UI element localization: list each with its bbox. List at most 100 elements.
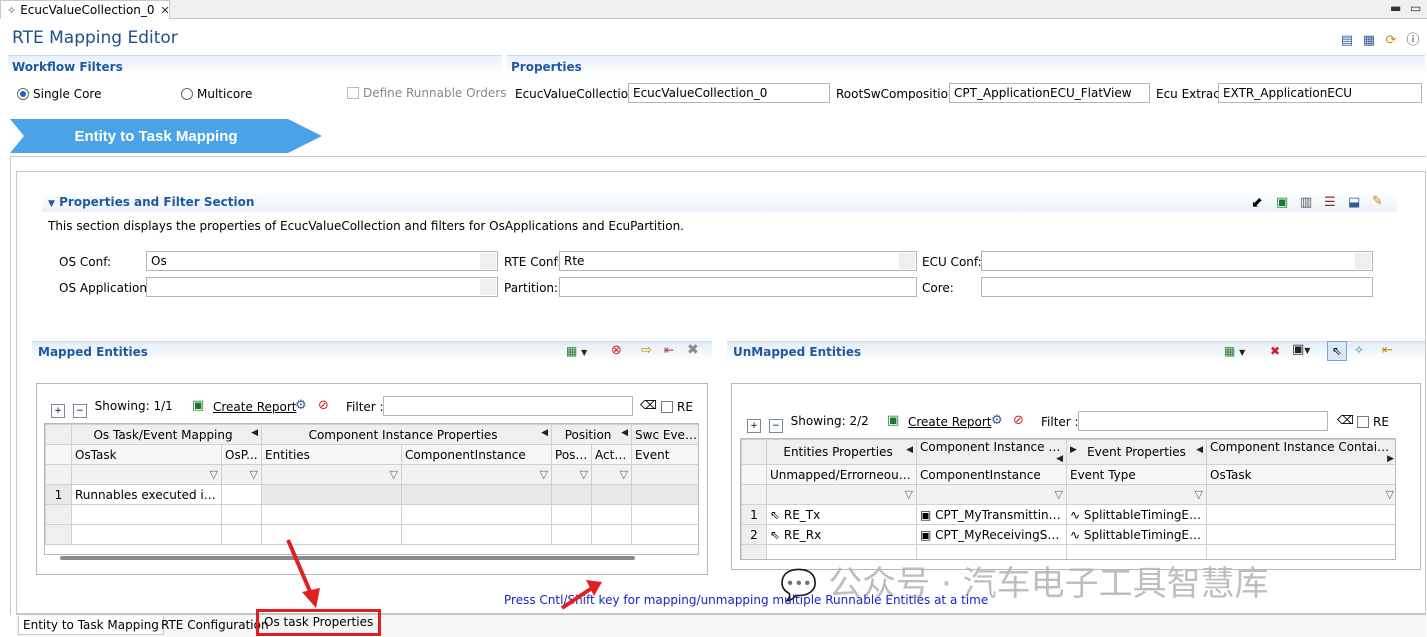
- delete-icon[interactable]: ✖: [1270, 344, 1280, 358]
- expand-caret-icon[interactable]: ▶: [1070, 445, 1077, 455]
- clear-filter-text-icon[interactable]: ⌫: [1337, 413, 1354, 427]
- collapse-caret-icon[interactable]: ◀: [541, 428, 548, 438]
- clear-filter-icon[interactable]: ⊘: [318, 398, 329, 413]
- ecuc-field[interactable]: EcucValueCollection_0: [628, 83, 830, 103]
- group-header[interactable]: Entities Properties ◀: [766, 439, 917, 465]
- unmapped-re-checkbox[interactable]: RE: [1357, 415, 1389, 429]
- column-header[interactable]: Event: [631, 444, 698, 465]
- group-header[interactable]: Swc Event Pr: [631, 424, 698, 445]
- tab-entity-to-task-mapping[interactable]: Entity to Task Mapping: [18, 616, 164, 635]
- remove-icon[interactable]: ⊗: [611, 343, 622, 358]
- field-button[interactable]: [480, 279, 496, 295]
- column-filter-icon[interactable]: ▽: [551, 464, 593, 485]
- group-header[interactable]: Component Instance Properties ◀: [261, 424, 553, 445]
- field-button[interactable]: [899, 253, 915, 269]
- column-filter-icon[interactable]: ▽: [766, 484, 917, 505]
- table-row[interactable]: 2 ⇖ RE_Rx ▣ CPT_MyReceivingSW... ∿ Split…: [741, 524, 1395, 545]
- column-filter-icon[interactable]: ▽: [591, 464, 633, 485]
- rte-conf-field[interactable]: Rte: [559, 251, 917, 271]
- table-cell[interactable]: [1206, 524, 1395, 545]
- table-cell[interactable]: [591, 484, 633, 505]
- editor-tab[interactable]: ✧ EcucValueCollection_0 ✕: [0, 0, 170, 19]
- ecu-conf-field[interactable]: [981, 251, 1373, 271]
- delete-icon[interactable]: ✖: [687, 342, 699, 358]
- table-cell[interactable]: [551, 484, 593, 505]
- sparkle-icon[interactable]: ✧: [1354, 343, 1364, 357]
- close-icon[interactable]: ✕: [161, 4, 170, 17]
- column-header[interactable]: Entities: [261, 444, 403, 465]
- table-cell[interactable]: [631, 484, 698, 505]
- column-filter-icon[interactable]: ▽: [71, 464, 222, 485]
- field-button[interactable]: [480, 253, 496, 269]
- collapse-icon[interactable]: ▼: [48, 199, 55, 209]
- collapse-all-icon[interactable]: −: [72, 404, 87, 418]
- field-button[interactable]: [1355, 253, 1371, 269]
- table-cell[interactable]: ⇖ RE_Tx: [766, 504, 917, 525]
- table-cell[interactable]: Runnables executed in ...: [71, 484, 222, 505]
- expand-all-icon[interactable]: +: [747, 419, 761, 433]
- mapped-filter-input[interactable]: [383, 396, 633, 416]
- column-filter-icon[interactable]: ▽: [1066, 484, 1207, 505]
- excel-icon[interactable]: ▣: [1276, 195, 1288, 210]
- column-filter-icon[interactable]: [631, 464, 698, 485]
- core-field[interactable]: [981, 277, 1373, 297]
- column-filter-icon[interactable]: ▽: [261, 464, 403, 485]
- column-filter-icon[interactable]: ▽: [1206, 484, 1395, 505]
- single-core-radio[interactable]: Single Core: [17, 87, 101, 101]
- unmapped-create-report-link[interactable]: Create Report: [908, 415, 991, 429]
- unmapped-filter-input[interactable]: [1078, 411, 1328, 431]
- wand-icon[interactable]: ✎: [1372, 194, 1383, 209]
- table-cell[interactable]: [1206, 504, 1395, 525]
- table-cell[interactable]: ∿ SplittableTimingEvent: [1066, 524, 1207, 545]
- excel-report-icon[interactable]: ▣: [887, 413, 899, 428]
- column-filter-icon[interactable]: ▽: [916, 484, 1067, 505]
- multicore-radio[interactable]: Multicore: [181, 87, 252, 101]
- export-icon[interactable]: ▦: [1361, 33, 1377, 49]
- os-application-field[interactable]: [146, 277, 498, 297]
- report-icon[interactable]: ⬓: [1348, 195, 1360, 210]
- collapse-caret-icon[interactable]: ◀: [621, 428, 628, 438]
- column-filter-icon[interactable]: ▽: [220, 464, 263, 485]
- mapped-create-report-link[interactable]: Create Report: [213, 400, 296, 414]
- table-cell[interactable]: ∿ SplittableTimingEvent: [1066, 504, 1207, 525]
- table-cell[interactable]: ⇖ RE_Rx: [766, 524, 917, 545]
- mapped-re-checkbox[interactable]: RE: [661, 400, 693, 414]
- collapse-caret-icon[interactable]: ◀: [906, 445, 913, 455]
- import-icon[interactable]: ⬋: [1251, 195, 1263, 211]
- table-settings-icon[interactable]: ▦ ▼: [1224, 344, 1245, 358]
- settings-icon[interactable]: ⚙: [295, 398, 307, 413]
- partition-field[interactable]: [559, 277, 917, 297]
- collapse-caret-icon[interactable]: ◀: [251, 428, 258, 438]
- column-header[interactable]: OsP...: [220, 444, 263, 465]
- task-icon[interactable]: ▣▼: [1292, 342, 1310, 357]
- table-cell[interactable]: ▣ CPT_MyReceivingSW...: [916, 524, 1067, 545]
- collapse-caret-icon[interactable]: ◀: [1056, 454, 1063, 464]
- tab-os-task-properties[interactable]: Os task Properties: [256, 609, 382, 636]
- move-right-icon[interactable]: ⇨: [641, 343, 652, 358]
- table-settings-icon[interactable]: ▦ ▼: [566, 344, 587, 358]
- group-header[interactable]: Position ◀: [551, 424, 633, 445]
- root-composition-field[interactable]: CPT_ApplicationECU_FlatView: [949, 83, 1150, 103]
- sync-icon[interactable]: ⟳: [1383, 33, 1399, 49]
- group-header[interactable]: ▶ Event Properties ◀: [1066, 439, 1207, 465]
- column-header[interactable]: Unmapped/Errorneous E...: [766, 464, 917, 485]
- table-row[interactable]: 1 Runnables executed in ...: [45, 484, 698, 505]
- table-cell[interactable]: [220, 484, 263, 505]
- filter-section-header[interactable]: ▼ Properties and Filter Section: [42, 192, 1397, 212]
- column-header[interactable]: Posi...: [551, 444, 593, 465]
- column-header[interactable]: Event Type: [1066, 464, 1207, 485]
- clear-filter-icon[interactable]: ⊘: [1013, 413, 1024, 428]
- minimize-icon[interactable]: ▬: [1390, 1, 1401, 15]
- column-header[interactable]: OsTask: [1206, 464, 1395, 485]
- move-left-icon[interactable]: ⇤: [1382, 343, 1393, 358]
- list-icon[interactable]: ☰: [1324, 195, 1336, 210]
- ecu-extract-field[interactable]: EXTR_ApplicationECU: [1218, 83, 1422, 103]
- table-cell[interactable]: [261, 484, 403, 505]
- column-header[interactable]: ComponentInstance: [401, 444, 553, 465]
- group-header[interactable]: Os Task/Event Mapping ◀: [70, 424, 263, 445]
- maximize-icon[interactable]: ▭: [1410, 1, 1421, 15]
- define-runnable-orders-checkbox[interactable]: Define Runnable Orders: [347, 86, 506, 100]
- columns-icon[interactable]: ▥: [1300, 195, 1312, 210]
- validate-icon[interactable]: ▤: [1339, 33, 1355, 49]
- help-icon[interactable]: ⓘ: [1405, 33, 1421, 49]
